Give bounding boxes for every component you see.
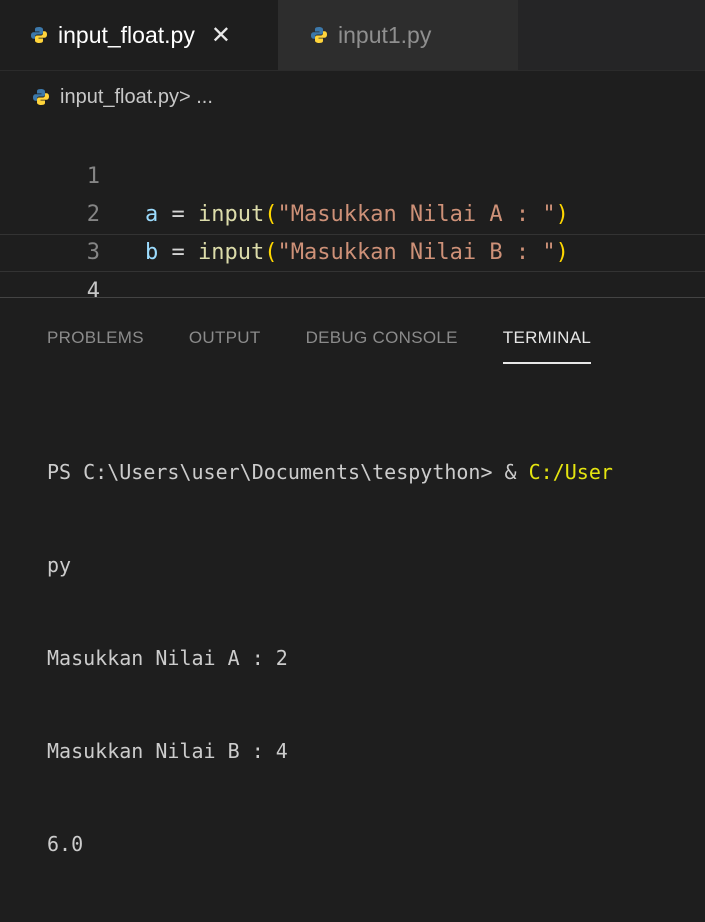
terminal-line: 6.0: [47, 832, 84, 856]
tab-terminal[interactable]: TERMINAL: [502, 328, 592, 364]
tab-problems[interactable]: PROBLEMS: [47, 328, 144, 362]
breadcrumb-trail[interactable]: > ...: [179, 86, 213, 109]
code-line[interactable]: 2 b = input("Masukkan Nilai B : "): [0, 158, 705, 265]
bottom-panel: PROBLEMS OUTPUT DEBUG CONSOLE TERMINAL P…: [0, 297, 705, 856]
terminal-line: PS C:\Users\user\Documents\tespython> & …: [47, 457, 705, 488]
terminal-command: C:/User: [528, 460, 613, 484]
tab-debug-console[interactable]: DEBUG CONSOLE: [306, 328, 458, 362]
tab-label: input1.py: [338, 21, 432, 48]
tab-input-float[interactable]: input_float.py ✕: [0, 0, 278, 70]
terminal-line: Masukkan Nilai A : 2: [47, 646, 288, 670]
code-editor[interactable]: 1 a = input("Masukkan Nilai A : ") 2 b =…: [0, 120, 705, 379]
tab-input1[interactable]: input1.py: [278, 0, 518, 70]
terminal-line: Masukkan Nilai B : 4: [47, 739, 288, 763]
terminal-line: py: [47, 553, 72, 577]
python-icon: [31, 27, 47, 43]
terminal-output[interactable]: PS C:\Users\user\Documents\tespython> & …: [47, 395, 705, 922]
code-line[interactable]: 1 a = input("Masukkan Nilai A : "): [0, 120, 705, 227]
close-icon[interactable]: ✕: [211, 21, 231, 50]
tab-label: input_float.py: [58, 21, 195, 48]
panel-tab-bar: PROBLEMS OUTPUT DEBUG CONSOLE TERMINAL: [47, 328, 636, 364]
terminal-prompt: PS C:\Users\user\Documents\tespython> &: [47, 460, 529, 484]
tab-output[interactable]: OUTPUT: [189, 328, 261, 362]
python-icon: [33, 89, 49, 105]
breadcrumb-file[interactable]: input_float.py: [60, 86, 179, 109]
editor-tab-bar: input_float.py ✕ input1.py: [0, 0, 705, 71]
python-icon: [311, 27, 327, 43]
breadcrumb[interactable]: input_float.py > ...: [32, 82, 213, 112]
code-line-current[interactable]: 4 c = float(a) + float(b): [0, 234, 705, 342]
code-line[interactable]: 3: [0, 196, 705, 265]
